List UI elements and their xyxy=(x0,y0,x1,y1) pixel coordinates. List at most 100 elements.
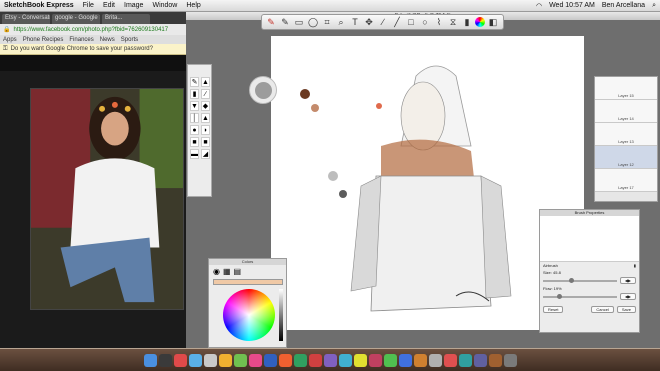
flow-knob[interactable] xyxy=(557,293,563,299)
cancel-button[interactable]: Cancel xyxy=(591,306,614,313)
wifi-icon[interactable]: ◠ xyxy=(536,2,542,10)
dock-app-icon[interactable] xyxy=(383,353,397,367)
address-bar[interactable]: 🔒 https://www.facebook.com/photo.php?fbi… xyxy=(0,24,186,35)
move-icon[interactable]: ✥ xyxy=(363,16,375,28)
brush-icon[interactable]: ∕ xyxy=(377,16,389,28)
menu-edit[interactable]: Edit xyxy=(103,2,115,9)
menu-image[interactable]: Image xyxy=(124,2,143,9)
polyline-icon[interactable]: ⌇ xyxy=(433,16,445,28)
menu-window[interactable]: Window xyxy=(152,2,177,9)
dock-app-icon[interactable] xyxy=(218,353,232,367)
layer-row[interactable]: Layer 14 xyxy=(595,100,657,123)
dock-app-icon[interactable] xyxy=(503,353,517,367)
bookmark-sports[interactable]: Sports xyxy=(121,37,138,43)
crop-icon[interactable]: ⌗ xyxy=(321,16,333,28)
layer-row[interactable]: Layer 13 xyxy=(595,123,657,146)
dock-app-icon[interactable] xyxy=(473,353,487,367)
clock[interactable]: Wed 10:57 AM xyxy=(549,2,595,9)
brush-chisel-icon[interactable]: ▼ xyxy=(190,101,199,111)
dock-app-icon[interactable] xyxy=(458,353,472,367)
lagoon-menu[interactable] xyxy=(249,76,277,104)
pencil-gray-icon[interactable]: ✎ xyxy=(279,16,291,28)
brush-library-icon[interactable]: ▮ xyxy=(461,16,473,28)
oval-icon[interactable]: ○ xyxy=(419,16,431,28)
flow-slider[interactable] xyxy=(543,293,617,299)
dock-app-icon[interactable] xyxy=(173,353,187,367)
layer-row-selected[interactable]: Layer 12 xyxy=(595,146,657,169)
dock-app-icon[interactable] xyxy=(188,353,202,367)
dock-app-icon[interactable] xyxy=(368,353,382,367)
size-slider[interactable] xyxy=(543,277,617,283)
color-mode-swatch-icon[interactable]: ▦ xyxy=(223,267,231,277)
zoom-icon[interactable]: ⌕ xyxy=(335,16,347,28)
menu-file[interactable]: File xyxy=(83,2,94,9)
dock-app-icon[interactable] xyxy=(443,353,457,367)
brush-airbrush-icon[interactable]: ▲ xyxy=(201,77,210,87)
dock-app-icon[interactable] xyxy=(248,353,262,367)
save-button[interactable]: Save xyxy=(616,306,636,313)
rectangle-icon[interactable]: ▭ xyxy=(293,16,305,28)
dock-app-icon[interactable] xyxy=(263,353,277,367)
dock-app-icon[interactable] xyxy=(233,353,247,367)
dock-app-icon[interactable] xyxy=(488,353,502,367)
tab-third[interactable]: Brita... xyxy=(102,14,150,24)
brush-pen-icon[interactable]: ∕ xyxy=(201,89,210,99)
dock-app-icon[interactable] xyxy=(278,353,292,367)
color-wheel-icon[interactable] xyxy=(475,17,485,27)
brush-marker-icon[interactable]: ▮ xyxy=(190,89,199,99)
brush-pointed-icon[interactable]: ◢ xyxy=(201,149,210,159)
reset-button[interactable]: Reset xyxy=(543,306,564,313)
brush-cone-icon[interactable]: ▲ xyxy=(201,113,210,123)
text-icon[interactable]: T xyxy=(349,16,361,28)
symmetry-icon[interactable]: ⧖ xyxy=(447,16,459,28)
pencil-red-icon[interactable]: ✎ xyxy=(265,16,277,28)
layer-row[interactable]: Layer 17 xyxy=(595,169,657,192)
size-knob[interactable] xyxy=(568,277,574,283)
bookmark-news[interactable]: News xyxy=(100,37,115,43)
search-icon[interactable]: ⌕ xyxy=(652,2,656,10)
dock-app-icon[interactable] xyxy=(323,353,337,367)
dock-app-icon[interactable] xyxy=(398,353,412,367)
dock-app-icon[interactable] xyxy=(338,353,352,367)
lasso-icon[interactable]: ◯ xyxy=(307,16,319,28)
layer-row[interactable]: Layer 15 xyxy=(595,77,657,100)
user-name[interactable]: Ben Arcellana xyxy=(602,2,645,9)
brush-fine-icon[interactable]: │ xyxy=(190,113,199,123)
tab-google[interactable]: google - Google Search xyxy=(52,14,100,24)
brush-pencil-icon[interactable]: ✎ xyxy=(190,77,199,87)
palette-icon[interactable]: ◧ xyxy=(487,16,499,28)
rect-shape-icon[interactable]: □ xyxy=(405,16,417,28)
brush-drop-icon[interactable]: ● xyxy=(190,125,199,135)
brush-name-row: Airbrush ▮ xyxy=(540,262,639,269)
bookmark-recipes[interactable]: Phone Recipes xyxy=(23,37,64,43)
dock-app-icon[interactable] xyxy=(143,353,157,367)
brush-paint-icon[interactable]: ◆ xyxy=(201,101,210,111)
dock-app-icon[interactable] xyxy=(203,353,217,367)
dock-app-icon[interactable] xyxy=(413,353,427,367)
bookmark-finances[interactable]: Finances xyxy=(69,37,93,43)
brush-fill-icon[interactable]: ■ xyxy=(190,137,199,147)
current-color-swatch[interactable] xyxy=(213,279,283,285)
tab-etsy[interactable]: Etsy - Conversations xyxy=(2,14,50,24)
drawing-canvas[interactable] xyxy=(271,36,584,330)
flow-stepper[interactable]: ◀▶ xyxy=(619,293,636,300)
color-mode-wheel-icon[interactable]: ◉ xyxy=(213,267,220,277)
dock-app-icon[interactable] xyxy=(308,353,322,367)
menu-help[interactable]: Help xyxy=(186,2,200,9)
size-stepper[interactable]: ◀▶ xyxy=(619,277,636,284)
brush-smudge-icon[interactable]: ◗ xyxy=(201,125,210,135)
dock-app-icon[interactable] xyxy=(353,353,367,367)
url-text[interactable]: https://www.facebook.com/photo.php?fbid=… xyxy=(13,27,168,33)
dock-app-icon[interactable] xyxy=(293,353,307,367)
bookmark-apps[interactable]: Apps xyxy=(3,37,17,43)
color-mode-slider-icon[interactable]: ▤ xyxy=(234,267,242,277)
brush-flat-icon[interactable]: ▬ xyxy=(190,149,199,159)
brightness-slider[interactable] xyxy=(279,289,283,341)
brush-icon[interactable]: ▮ xyxy=(634,263,636,268)
dock-app-icon[interactable] xyxy=(158,353,172,367)
color-wheel[interactable] xyxy=(223,289,275,341)
dock-app-icon[interactable] xyxy=(428,353,442,367)
line-icon[interactable]: ╱ xyxy=(391,16,403,28)
brush-block-icon[interactable]: ■ xyxy=(201,137,210,147)
app-menu[interactable]: SketchBook Express xyxy=(4,2,74,9)
